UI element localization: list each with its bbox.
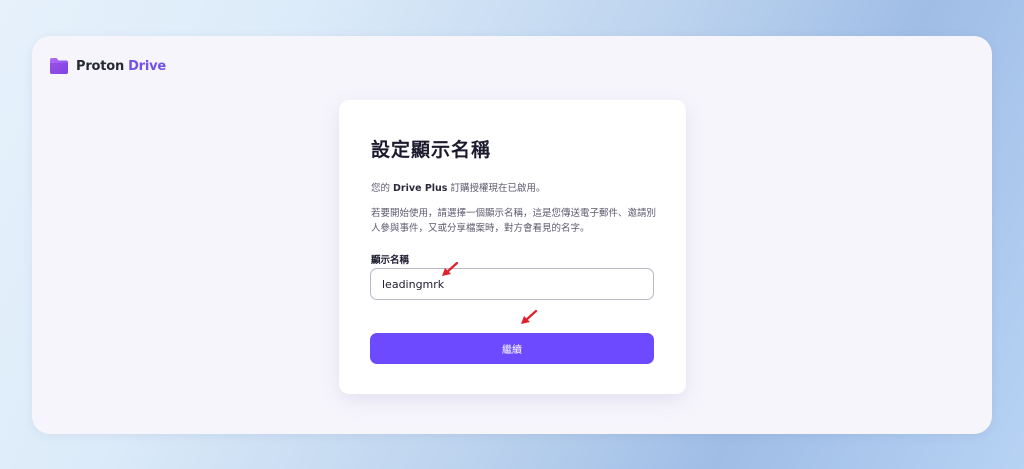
display-name-label: 顯示名稱 xyxy=(371,255,410,266)
app-window: Proton Drive 設定顯示名稱 您的 Drive Plus 訂購授權現在… xyxy=(32,36,992,434)
display-name-description: 若要開始使用，請選擇一個顯示名稱，這是您傳送電子郵件、邀請別人參與事件，又或分享… xyxy=(371,208,657,234)
proton-drive-logo[interactable]: Proton Drive xyxy=(49,57,166,75)
brand-name-proton: Proton xyxy=(76,58,125,74)
subscription-notice-suffix: 訂購授權現在已啟用。 xyxy=(450,183,546,194)
brand-name-drive: Drive xyxy=(128,58,167,74)
folder-logo-icon xyxy=(50,58,68,74)
red-arrow-icon xyxy=(442,262,459,276)
subscription-notice: 您的 Drive Plus 訂購授權現在已啟用。 xyxy=(371,180,546,194)
red-arrow-icon xyxy=(521,310,538,324)
continue-button[interactable]: 繼續 xyxy=(370,333,654,364)
page-title: 設定顯示名稱 xyxy=(371,139,492,161)
setup-display-name-card: 設定顯示名稱 您的 Drive Plus 訂購授權現在已啟用。 若要開始使用，請… xyxy=(339,100,686,394)
subscription-notice-prefix: 您的 xyxy=(371,183,391,194)
plan-name: Drive Plus xyxy=(393,183,448,194)
display-name-input[interactable] xyxy=(370,268,654,300)
